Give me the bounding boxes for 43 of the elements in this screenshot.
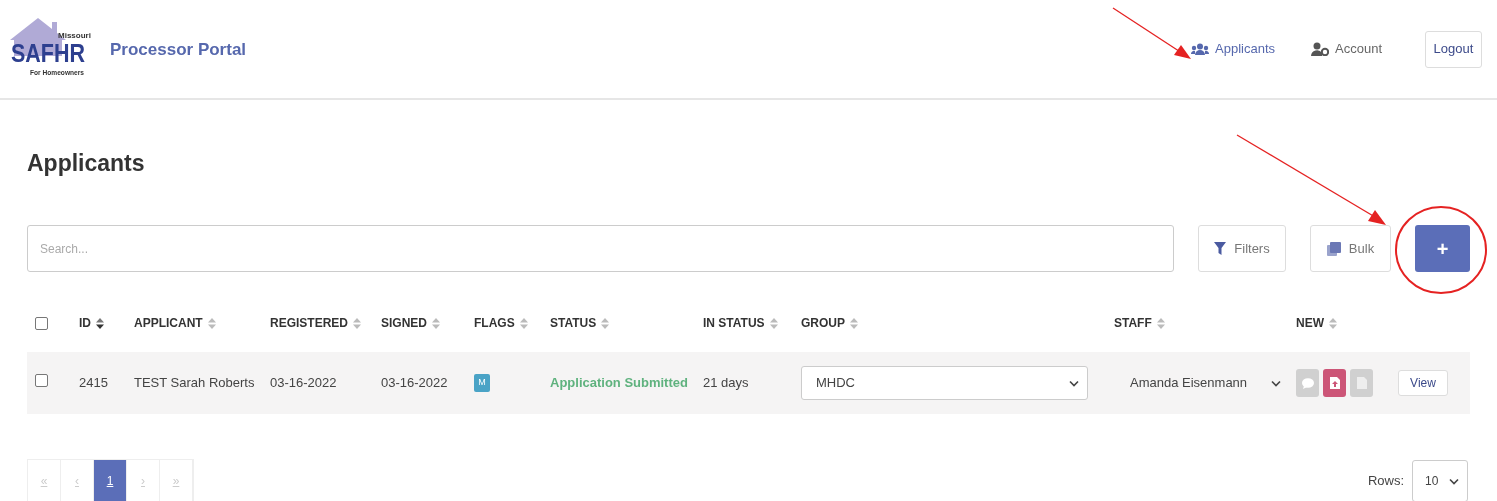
table-cell: 2415	[79, 375, 108, 391]
column-header[interactable]: SIGNED	[381, 314, 427, 332]
table-cell: 03-16-2022	[381, 375, 448, 391]
portal-title: Processor Portal	[110, 39, 247, 62]
people-icon	[1191, 43, 1210, 55]
table-cell: TEST Sarah Roberts	[134, 375, 255, 391]
column-header[interactable]: NEW	[1296, 314, 1324, 332]
logout-button[interactable]: Logout	[1425, 30, 1482, 68]
user-gear-icon	[1311, 42, 1329, 56]
column-header[interactable]: GROUP	[801, 314, 845, 332]
checkbox[interactable]	[35, 316, 48, 330]
table-cell: 21 days	[703, 375, 749, 391]
column-header[interactable]: STATUS	[550, 314, 597, 332]
copy-icon	[1326, 241, 1341, 256]
rows-label: Rows:	[1367, 472, 1404, 491]
column-header[interactable]: ID	[79, 314, 91, 332]
status-text: Application Submitted	[550, 375, 688, 391]
chevron-icon	[1069, 379, 1079, 387]
search-field[interactable]: Search...	[27, 225, 1174, 272]
column-header[interactable]: REGISTERED	[270, 314, 348, 332]
view-button[interactable]: View	[1398, 370, 1448, 396]
logo-tagline: Missouri	[58, 31, 91, 40]
bulk-button[interactable]: Bulk	[1310, 225, 1391, 272]
flag-badge: M	[474, 374, 490, 392]
column-header[interactable]: FLAGS	[474, 314, 515, 332]
column-header[interactable]: STAFF	[1114, 314, 1152, 332]
logo-text: SAFHR	[11, 38, 98, 68]
checkbox[interactable]	[35, 374, 48, 388]
column-header[interactable]: APPLICANT	[134, 314, 203, 332]
chevron-icon	[1271, 379, 1282, 387]
rows-select[interactable]: 10	[1412, 460, 1468, 501]
nav-link[interactable]: Applicants	[1191, 39, 1275, 59]
table-cell: 03-16-2022	[270, 375, 337, 391]
staff-select[interactable]: Amanda Eisenmann	[1114, 373, 1288, 393]
page-link[interactable]: 1	[94, 460, 127, 501]
nav-link[interactable]: Account	[1311, 39, 1382, 59]
group-select[interactable]: MHDC	[801, 366, 1088, 400]
add-button[interactable]: +	[1415, 225, 1470, 272]
column-header[interactable]: IN STATUS	[703, 314, 765, 332]
page-title: Applicants	[27, 149, 145, 178]
chevron-icon	[1449, 477, 1459, 485]
filters-button[interactable]: Filters	[1198, 225, 1286, 272]
filter-icon	[1214, 242, 1227, 255]
